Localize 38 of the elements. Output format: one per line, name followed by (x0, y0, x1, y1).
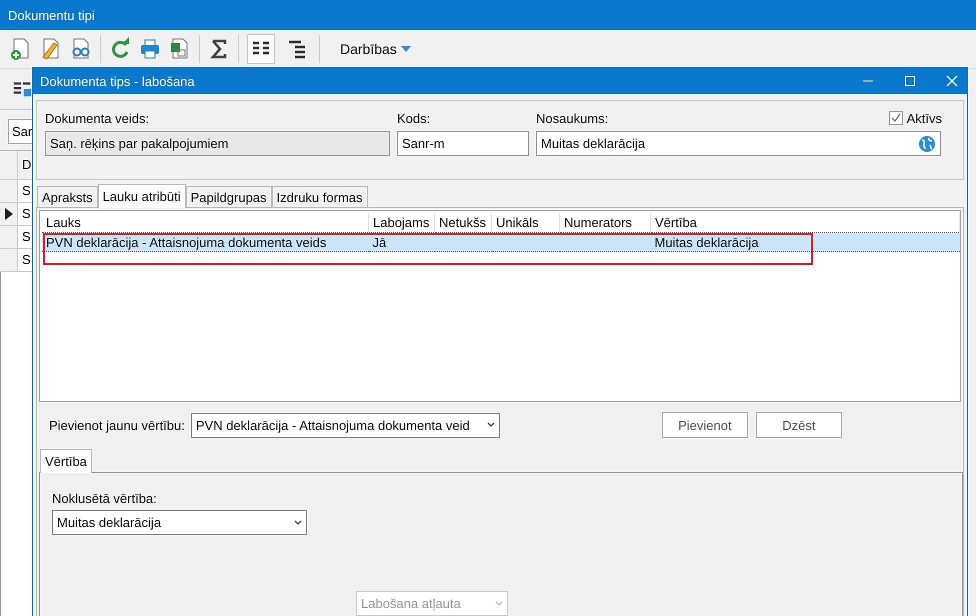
chevron-down-icon[interactable] (294, 520, 302, 526)
table-cell: S (18, 226, 32, 248)
field-label: Dokumenta veids: (45, 110, 150, 126)
tab[interactable]: Vērtība (40, 449, 92, 473)
table-cell: Muitas deklarācija (650, 232, 960, 252)
tab[interactable]: Izdruku formas (272, 186, 368, 207)
button[interactable]: Pievienot (662, 412, 748, 438)
tab[interactable]: Papildgrupas (186, 186, 272, 207)
close-icon[interactable] (946, 75, 958, 87)
dropdown-caret-icon (400, 45, 411, 53)
checkbox-label: Aktīvs (906, 110, 942, 126)
chevron-down-icon[interactable] (486, 422, 495, 428)
dialog-title: Dokumenta tips - labošana (40, 74, 196, 88)
detail-list-icon[interactable] (247, 34, 275, 64)
check-icon (890, 113, 901, 123)
globe-icon[interactable] (918, 134, 936, 152)
filter-field[interactable]: Sar (8, 119, 32, 144)
window-title: Dokumentu tipi (8, 8, 95, 22)
input-field[interactable]: Muitas deklarācija (536, 131, 941, 156)
maximize-icon[interactable] (904, 75, 916, 87)
button[interactable]: Dzēst (756, 412, 842, 438)
field-label: Pievienot jaunu vērtību: (49, 418, 185, 432)
field-label: Nosaukums: (536, 110, 608, 126)
actions-menu[interactable]: Darbības (334, 41, 417, 57)
tab[interactable]: Apraksts (37, 186, 98, 207)
table-cell: S (18, 203, 32, 225)
print-icon[interactable] (139, 37, 161, 61)
table-cell: S (18, 180, 32, 202)
dropdown[interactable]: Muitas deklarācija (52, 510, 307, 535)
dropdown[interactable]: PVN deklarācija - Attaisnojuma dokumenta veid (190, 412, 500, 438)
view-document-icon[interactable] (70, 37, 92, 61)
input-field[interactable]: Sanr-m (397, 131, 529, 156)
checkbox[interactable] (888, 111, 903, 125)
tab[interactable]: Lauku atribūti (98, 184, 186, 208)
field-label: Kods: (397, 110, 430, 126)
field-label: Noklusētā vērtība: (52, 491, 158, 506)
table-cell: S (18, 249, 32, 271)
refresh-icon[interactable] (109, 37, 131, 61)
